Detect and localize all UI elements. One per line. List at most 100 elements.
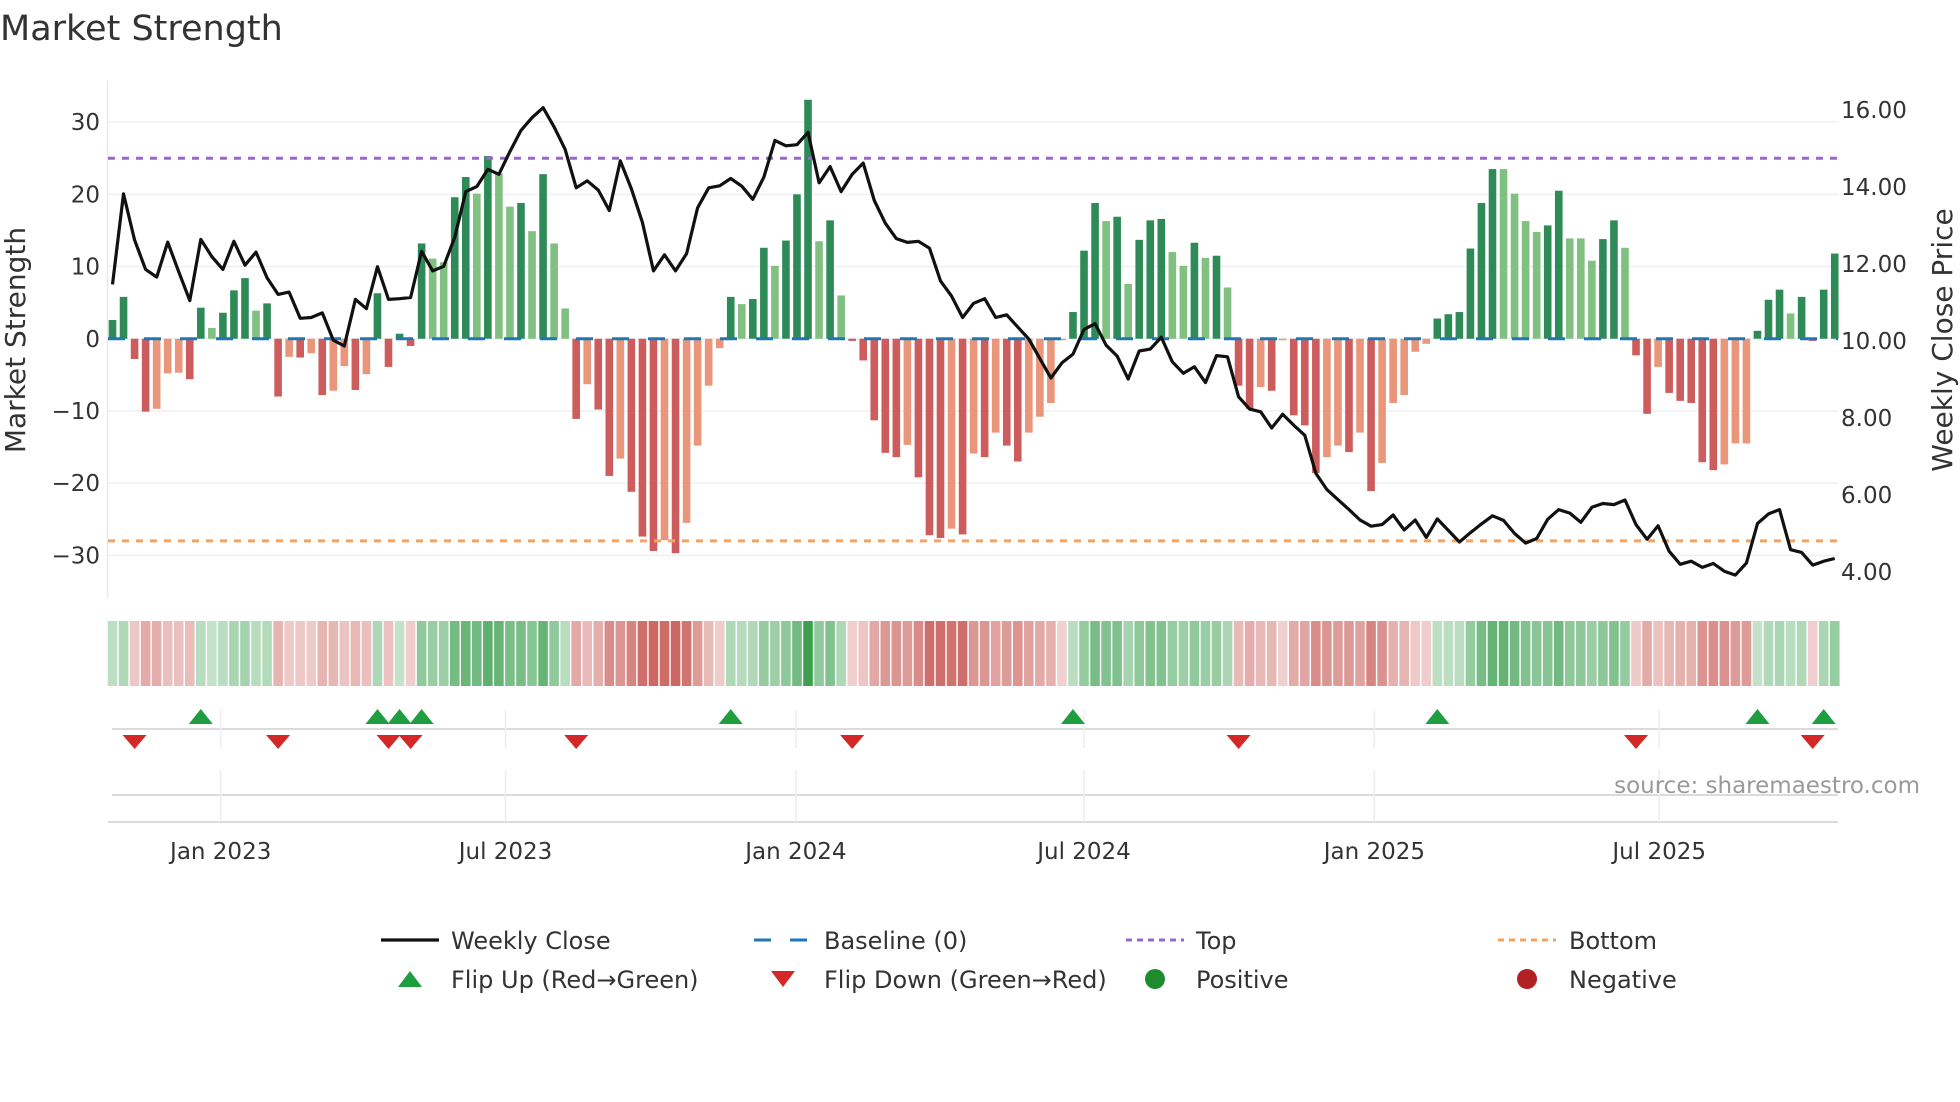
flip-down-marker xyxy=(564,735,589,749)
strength-bar xyxy=(991,338,1000,433)
legend-label: Positive xyxy=(1196,966,1289,994)
heat-cell xyxy=(118,621,129,686)
strength-bar xyxy=(174,338,183,373)
strength-bar xyxy=(671,338,680,554)
heat-cell xyxy=(1167,621,1178,686)
strength-bar xyxy=(605,338,614,476)
y-axis-title: Market Strength xyxy=(0,227,32,453)
strength-bar xyxy=(141,338,150,412)
strength-bar xyxy=(1389,338,1397,404)
strength-bar xyxy=(1554,190,1563,339)
flip-down-marker xyxy=(1226,735,1251,749)
y-axis-ticks: 30 20 10 0 −10 −20 −30 xyxy=(51,110,100,569)
heat-cell xyxy=(549,621,559,686)
strength-bar xyxy=(1632,338,1640,356)
heat-cell xyxy=(162,621,173,686)
strength-bar xyxy=(163,338,172,374)
flip-up-marker xyxy=(1811,709,1836,724)
strength-bar xyxy=(947,338,956,529)
y-tick-label: −20 xyxy=(51,471,100,497)
heat-cell xyxy=(1719,621,1730,686)
heat-cell xyxy=(1057,621,1067,686)
legend-flip-down-icon xyxy=(771,971,795,987)
strength-bar xyxy=(980,338,989,458)
heat-cell xyxy=(1598,621,1608,686)
heat-cell xyxy=(1255,621,1266,686)
strength-bar xyxy=(252,310,260,339)
heat-cell xyxy=(218,621,228,686)
heat-cell xyxy=(979,621,990,686)
flip-up-marker xyxy=(718,709,743,724)
flip-up-marker xyxy=(1425,709,1450,724)
heat-cell xyxy=(1465,621,1476,686)
heat-cell xyxy=(538,621,548,686)
strength-bar xyxy=(528,231,536,339)
heat-cell xyxy=(913,621,924,686)
heat-cell xyxy=(1829,621,1840,686)
heat-cell xyxy=(1774,621,1785,686)
heat-cell xyxy=(527,621,537,686)
strength-bar xyxy=(1444,314,1453,339)
legend-label: Bottom xyxy=(1569,927,1657,955)
strength-bar xyxy=(616,338,625,459)
x-tick-label: Jan 2025 xyxy=(1322,839,1425,865)
heat-cell xyxy=(1200,621,1211,686)
strength-bar xyxy=(561,308,569,339)
heat-cell xyxy=(1288,621,1299,686)
heat-cell xyxy=(372,621,383,686)
strength-bar xyxy=(1345,338,1353,453)
strength-bar xyxy=(307,338,316,354)
strength-bar xyxy=(760,247,768,339)
legend-label: Flip Up (Red→Green) xyxy=(451,966,699,994)
strength-bar xyxy=(594,338,603,410)
strength-bar xyxy=(1466,248,1475,339)
heat-cell xyxy=(1156,621,1167,686)
strength-bar xyxy=(782,240,790,339)
y2-tick-label: 16.00 xyxy=(1841,98,1907,124)
heat-cell xyxy=(1675,621,1685,686)
heat-cell xyxy=(460,621,471,686)
strength-bar xyxy=(1687,338,1696,404)
heat-cell xyxy=(1266,621,1277,686)
heat-cell xyxy=(350,621,361,686)
heat-cell xyxy=(295,621,305,686)
heat-cell xyxy=(1090,621,1100,686)
heat-cell xyxy=(1277,621,1288,686)
y2-tick-label: 14.00 xyxy=(1841,175,1907,201)
flip-down-marker xyxy=(122,735,147,749)
strength-bar xyxy=(1289,338,1298,416)
strength-bar xyxy=(1753,330,1762,339)
heat-cell xyxy=(880,621,891,686)
strength-bar xyxy=(1599,239,1607,339)
heat-cell xyxy=(781,621,791,686)
heat-cell xyxy=(1377,621,1387,686)
heat-cell xyxy=(427,621,438,686)
strength-bar xyxy=(1168,252,1177,339)
strength-bar xyxy=(892,338,901,458)
heat-cell xyxy=(1509,621,1520,686)
y-tick-label: 30 xyxy=(71,110,100,136)
y-tick-label: −10 xyxy=(51,399,100,425)
legend-label: Flip Down (Green→Red) xyxy=(824,966,1107,994)
heat-cell xyxy=(1211,621,1222,686)
heat-cell xyxy=(1785,621,1796,686)
flip-down-marker xyxy=(1800,735,1825,749)
strength-bar xyxy=(1323,338,1331,458)
strength-bar xyxy=(197,307,205,339)
heat-cell xyxy=(1763,621,1774,686)
strength-bar xyxy=(1334,338,1342,446)
strength-bar xyxy=(1565,238,1574,339)
legend-label: Negative xyxy=(1569,966,1677,994)
heat-cell xyxy=(1410,621,1421,686)
heat-cell xyxy=(902,621,913,686)
heat-cell xyxy=(449,621,460,686)
heat-cell xyxy=(604,621,615,686)
strength-bar xyxy=(881,338,890,453)
heat-cell xyxy=(703,621,714,686)
heat-cell xyxy=(1311,621,1321,686)
strength-bar xyxy=(351,338,360,391)
strength-bar xyxy=(1797,296,1806,339)
y2-tick-label: 8.00 xyxy=(1841,406,1892,432)
strength-bar xyxy=(704,338,713,386)
heat-cell xyxy=(571,621,581,686)
